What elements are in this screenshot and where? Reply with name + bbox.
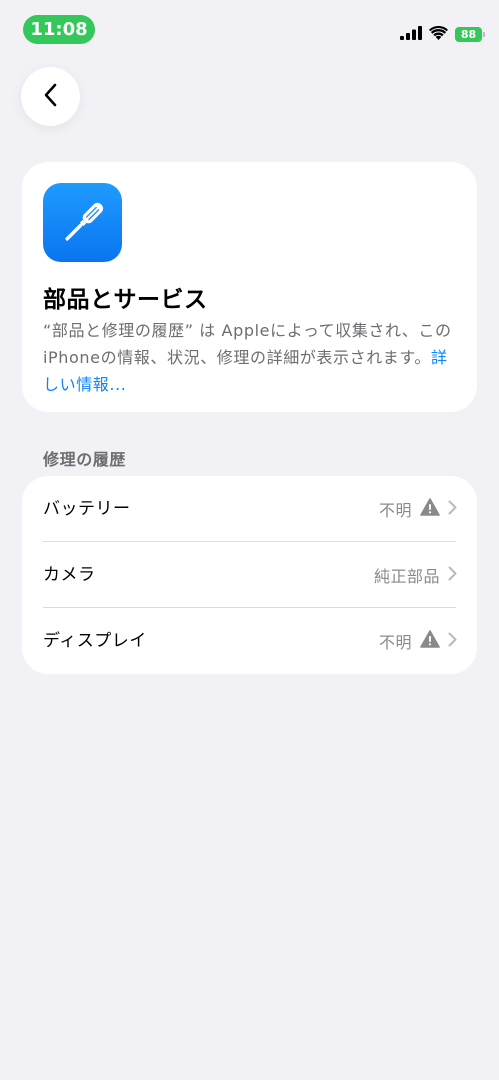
screwdriver-icon [43, 183, 122, 262]
chevron-right-icon [448, 566, 457, 585]
list-item-label: カメラ [43, 565, 96, 585]
list-item-value: 不明 [378, 633, 412, 652]
status-icons: 88 [400, 24, 485, 44]
list-item-display[interactable]: ディスプレイ 不明 [22, 608, 477, 674]
wifi-icon [429, 25, 448, 44]
page-title: 部品とサービス [43, 287, 208, 313]
warning-icon [420, 630, 440, 652]
status-bar: 11:08 88 [0, 0, 499, 56]
list-item-value: 不明 [378, 501, 412, 520]
battery-level: 88 [460, 27, 477, 41]
chevron-right-icon [448, 632, 457, 651]
chevron-right-icon [448, 500, 457, 519]
back-button[interactable] [21, 67, 80, 126]
status-time[interactable]: 11:08 [23, 15, 95, 44]
list-item-label: ディスプレイ [43, 631, 147, 651]
battery-icon: 88 [455, 26, 485, 42]
list-item-camera[interactable]: カメラ 純正部品 [22, 542, 477, 608]
list-item-battery[interactable]: バッテリー 不明 [22, 476, 477, 542]
cellular-signal-icon [400, 25, 422, 44]
warning-icon [420, 498, 440, 520]
repair-history-header: 修理の履歴 [43, 450, 127, 469]
parts-service-card: 部品とサービス “部品と修理の履歴” は Appleによって収集され、このiPh… [22, 162, 477, 412]
description-text: “部品と修理の履歴” は Appleによって収集され、このiPhoneの情報、状… [43, 321, 452, 367]
chevron-left-icon [43, 83, 59, 111]
list-item-label: バッテリー [43, 499, 131, 519]
description: “部品と修理の履歴” は Appleによって収集され、このiPhoneの情報、状… [43, 317, 458, 398]
repair-history-list: バッテリー 不明 カメラ 純正部品 ディスプレイ 不明 [22, 476, 477, 674]
list-item-value: 純正部品 [373, 567, 440, 586]
